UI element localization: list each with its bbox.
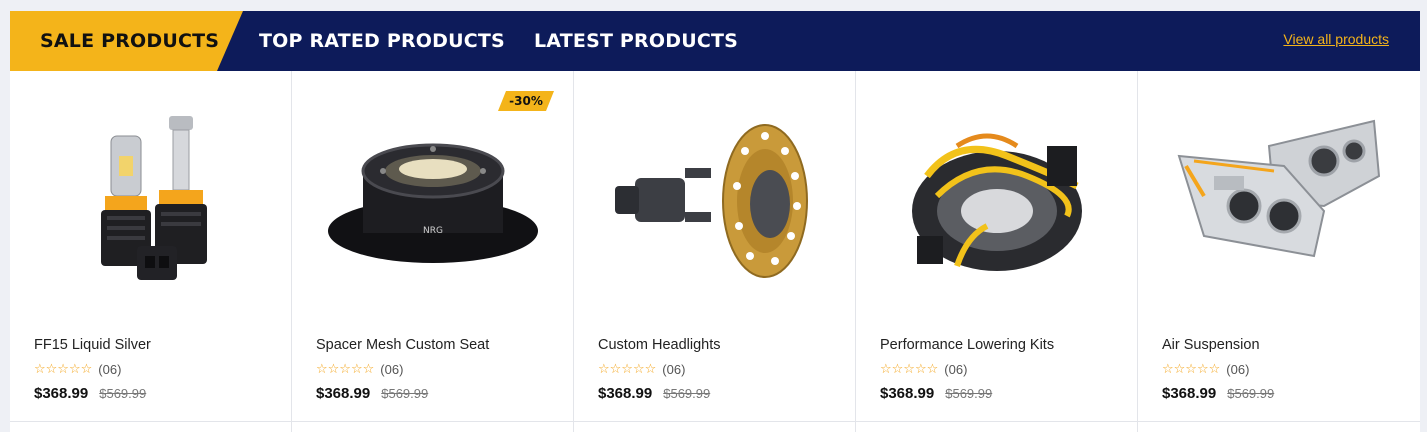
review-count: (06) bbox=[98, 361, 122, 377]
product-image[interactable]: NRG bbox=[312, 101, 554, 301]
star-rating-icon: ☆☆☆☆☆ bbox=[316, 361, 375, 377]
tab-sale-products[interactable]: SALE PRODUCTS bbox=[40, 11, 219, 71]
original-price: $569.99 bbox=[945, 386, 993, 401]
product-rating: ☆☆☆☆☆ (06) bbox=[316, 361, 403, 377]
product-name[interactable]: FF15 Liquid Silver bbox=[34, 337, 151, 353]
product-rating: ☆☆☆☆☆ (06) bbox=[880, 361, 967, 377]
star-rating-icon: ☆☆☆☆☆ bbox=[34, 361, 93, 377]
product-rating: ☆☆☆☆☆ (06) bbox=[598, 361, 685, 377]
tab-latest-products[interactable]: LATEST PRODUCTS bbox=[534, 11, 738, 71]
svg-text:NRG: NRG bbox=[423, 226, 443, 236]
product-image[interactable] bbox=[594, 101, 836, 301]
product-tabs-bar: SALE PRODUCTS TOP RATED PRODUCTS LATEST … bbox=[10, 11, 1420, 71]
product-price: $368.99 $569.99 bbox=[598, 385, 710, 402]
product-image[interactable] bbox=[876, 101, 1118, 301]
original-price: $569.99 bbox=[381, 386, 429, 401]
sale-price: $368.99 bbox=[1162, 385, 1217, 402]
view-all-products-link[interactable]: View all products bbox=[1283, 31, 1389, 47]
star-rating-icon: ☆☆☆☆☆ bbox=[598, 361, 657, 377]
divider bbox=[292, 421, 573, 422]
divider bbox=[574, 421, 855, 422]
product-card[interactable]: Performance Lowering Kits ☆☆☆☆☆ (06) $36… bbox=[856, 71, 1138, 432]
sale-price: $368.99 bbox=[316, 385, 371, 402]
original-price: $569.99 bbox=[1227, 386, 1275, 401]
product-price: $368.99 $569.99 bbox=[880, 385, 992, 402]
star-rating-icon: ☆☆☆☆☆ bbox=[1162, 361, 1221, 377]
product-card[interactable]: -30% NRG Spacer Mesh Custom Seat ☆☆☆☆☆ (… bbox=[292, 71, 574, 432]
review-count: (06) bbox=[380, 361, 404, 377]
product-price: $368.99 $569.99 bbox=[316, 385, 428, 402]
flywheel-adapter-icon bbox=[615, 124, 808, 278]
product-rating: ☆☆☆☆☆ (06) bbox=[34, 361, 121, 377]
sale-products-section: SALE PRODUCTS TOP RATED PRODUCTS LATEST … bbox=[10, 11, 1420, 432]
divider bbox=[1138, 421, 1420, 422]
product-image[interactable] bbox=[1158, 101, 1400, 301]
product-card[interactable]: Air Suspension ☆☆☆☆☆ (06) $368.99 $569.9… bbox=[1138, 71, 1420, 432]
led-bulbs-icon bbox=[101, 116, 207, 280]
product-price: $368.99 $569.99 bbox=[1162, 385, 1274, 402]
product-image[interactable] bbox=[30, 101, 272, 301]
sale-price: $368.99 bbox=[34, 385, 89, 402]
product-card[interactable]: Custom Headlights ☆☆☆☆☆ (06) $368.99 $56… bbox=[574, 71, 856, 432]
sale-price: $368.99 bbox=[880, 385, 935, 402]
quick-release-hub-icon: NRG bbox=[328, 143, 538, 263]
clock-spring-icon bbox=[912, 133, 1082, 271]
tab-top-rated-products[interactable]: TOP RATED PRODUCTS bbox=[259, 11, 505, 71]
original-price: $569.99 bbox=[663, 386, 711, 401]
divider bbox=[10, 421, 291, 422]
original-price: $569.99 bbox=[99, 386, 147, 401]
product-grid: FF15 Liquid Silver ☆☆☆☆☆ (06) $368.99 $5… bbox=[10, 71, 1420, 432]
product-rating: ☆☆☆☆☆ (06) bbox=[1162, 361, 1249, 377]
divider bbox=[856, 421, 1137, 422]
product-name[interactable]: Performance Lowering Kits bbox=[880, 337, 1054, 353]
product-name[interactable]: Air Suspension bbox=[1162, 337, 1260, 353]
review-count: (06) bbox=[944, 361, 968, 377]
product-card[interactable]: FF15 Liquid Silver ☆☆☆☆☆ (06) $368.99 $5… bbox=[10, 71, 292, 432]
product-name[interactable]: Custom Headlights bbox=[598, 337, 721, 353]
headlight-assembly-icon bbox=[1177, 119, 1381, 258]
review-count: (06) bbox=[662, 361, 686, 377]
product-name[interactable]: Spacer Mesh Custom Seat bbox=[316, 337, 489, 353]
review-count: (06) bbox=[1226, 361, 1250, 377]
product-price: $368.99 $569.99 bbox=[34, 385, 146, 402]
sale-price: $368.99 bbox=[598, 385, 653, 402]
star-rating-icon: ☆☆☆☆☆ bbox=[880, 361, 939, 377]
